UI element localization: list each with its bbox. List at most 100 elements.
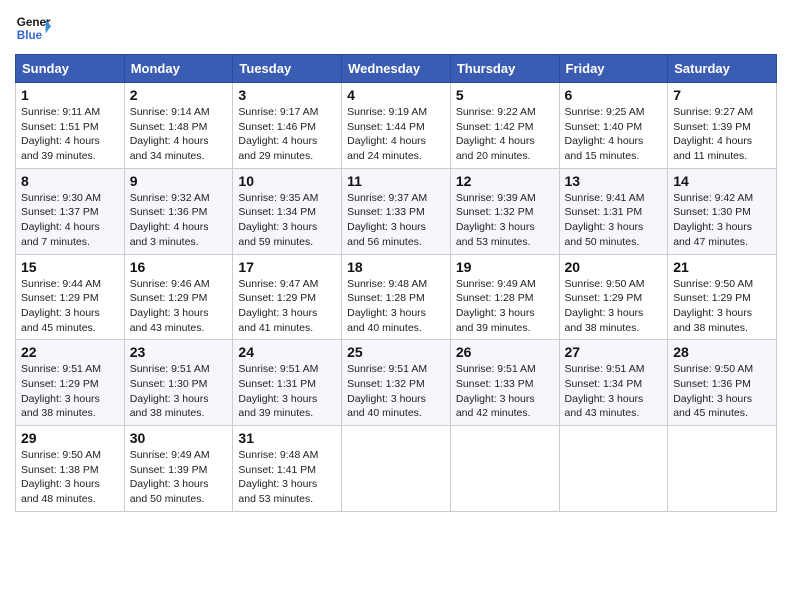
calendar-cell: 25 Sunrise: 9:51 AM Sunset: 1:32 PM Dayli… — [342, 340, 451, 426]
day-info: Sunrise: 9:14 AM Sunset: 1:48 PM Dayligh… — [130, 105, 228, 164]
day-info: Sunrise: 9:50 AM Sunset: 1:29 PM Dayligh… — [565, 277, 663, 336]
day-info: Sunrise: 9:51 AM Sunset: 1:34 PM Dayligh… — [565, 362, 663, 421]
day-info: Sunrise: 9:51 AM Sunset: 1:31 PM Dayligh… — [238, 362, 336, 421]
day-info: Sunrise: 9:32 AM Sunset: 1:36 PM Dayligh… — [130, 191, 228, 250]
logo: General Blue — [15, 10, 51, 46]
calendar-cell: 28 Sunrise: 9:50 AM Sunset: 1:36 PM Dayli… — [668, 340, 777, 426]
day-info: Sunrise: 9:37 AM Sunset: 1:33 PM Dayligh… — [347, 191, 445, 250]
calendar-cell: 5 Sunrise: 9:22 AM Sunset: 1:42 PM Daylig… — [450, 83, 559, 169]
calendar-cell: 9 Sunrise: 9:32 AM Sunset: 1:36 PM Daylig… — [124, 168, 233, 254]
calendar-cell: 14 Sunrise: 9:42 AM Sunset: 1:30 PM Dayli… — [668, 168, 777, 254]
day-number: 3 — [238, 87, 336, 103]
calendar-cell: 2 Sunrise: 9:14 AM Sunset: 1:48 PM Daylig… — [124, 83, 233, 169]
day-number: 22 — [21, 344, 119, 360]
day-number: 4 — [347, 87, 445, 103]
day-info: Sunrise: 9:48 AM Sunset: 1:41 PM Dayligh… — [238, 448, 336, 507]
calendar-cell: 24 Sunrise: 9:51 AM Sunset: 1:31 PM Dayli… — [233, 340, 342, 426]
day-info: Sunrise: 9:51 AM Sunset: 1:29 PM Dayligh… — [21, 362, 119, 421]
day-number: 14 — [673, 173, 771, 189]
weekday-header-row: SundayMondayTuesdayWednesdayThursdayFrid… — [16, 55, 777, 83]
day-info: Sunrise: 9:46 AM Sunset: 1:29 PM Dayligh… — [130, 277, 228, 336]
calendar-cell: 16 Sunrise: 9:46 AM Sunset: 1:29 PM Dayli… — [124, 254, 233, 340]
day-number: 25 — [347, 344, 445, 360]
weekday-header-tuesday: Tuesday — [233, 55, 342, 83]
calendar-cell: 11 Sunrise: 9:37 AM Sunset: 1:33 PM Dayli… — [342, 168, 451, 254]
day-info: Sunrise: 9:39 AM Sunset: 1:32 PM Dayligh… — [456, 191, 554, 250]
calendar-week-row: 29Sunrise: 9:50 AM Sunset: 1:38 PM Dayli… — [16, 426, 777, 512]
day-info: Sunrise: 9:19 AM Sunset: 1:44 PM Dayligh… — [347, 105, 445, 164]
calendar-cell: 3 Sunrise: 9:17 AM Sunset: 1:46 PM Daylig… — [233, 83, 342, 169]
day-info: Sunrise: 9:42 AM Sunset: 1:30 PM Dayligh… — [673, 191, 771, 250]
calendar-cell: 31Sunrise: 9:48 AM Sunset: 1:41 PM Dayli… — [233, 426, 342, 512]
calendar-cell: 21Sunrise: 9:50 AM Sunset: 1:29 PM Dayli… — [668, 254, 777, 340]
day-info: Sunrise: 9:51 AM Sunset: 1:32 PM Dayligh… — [347, 362, 445, 421]
day-number: 11 — [347, 173, 445, 189]
day-info: Sunrise: 9:51 AM Sunset: 1:30 PM Dayligh… — [130, 362, 228, 421]
day-number: 20 — [565, 259, 663, 275]
calendar-cell: 7 Sunrise: 9:27 AM Sunset: 1:39 PM Daylig… — [668, 83, 777, 169]
day-info: Sunrise: 9:17 AM Sunset: 1:46 PM Dayligh… — [238, 105, 336, 164]
day-number: 8 — [21, 173, 119, 189]
day-info: Sunrise: 9:11 AM Sunset: 1:51 PM Dayligh… — [21, 105, 119, 164]
day-info: Sunrise: 9:48 AM Sunset: 1:28 PM Dayligh… — [347, 277, 445, 336]
day-info: Sunrise: 9:50 AM Sunset: 1:36 PM Dayligh… — [673, 362, 771, 421]
calendar-cell — [668, 426, 777, 512]
logo-icon: General Blue — [15, 10, 51, 46]
day-number: 28 — [673, 344, 771, 360]
day-number: 10 — [238, 173, 336, 189]
calendar-cell: 23 Sunrise: 9:51 AM Sunset: 1:30 PM Dayli… — [124, 340, 233, 426]
calendar-cell: 22 Sunrise: 9:51 AM Sunset: 1:29 PM Dayli… — [16, 340, 125, 426]
calendar-cell: 26 Sunrise: 9:51 AM Sunset: 1:33 PM Dayli… — [450, 340, 559, 426]
calendar-table: SundayMondayTuesdayWednesdayThursdayFrid… — [15, 54, 777, 512]
day-number: 27 — [565, 344, 663, 360]
day-number: 26 — [456, 344, 554, 360]
calendar-cell: 4 Sunrise: 9:19 AM Sunset: 1:44 PM Daylig… — [342, 83, 451, 169]
day-info: Sunrise: 9:22 AM Sunset: 1:42 PM Dayligh… — [456, 105, 554, 164]
calendar-cell: 17Sunrise: 9:47 AM Sunset: 1:29 PM Dayli… — [233, 254, 342, 340]
weekday-header-thursday: Thursday — [450, 55, 559, 83]
page-header: General Blue — [15, 10, 777, 46]
day-number: 16 — [130, 259, 228, 275]
calendar-cell — [450, 426, 559, 512]
day-number: 5 — [456, 87, 554, 103]
day-number: 23 — [130, 344, 228, 360]
calendar-cell: 1Sunrise: 9:11 AM Sunset: 1:51 PM Daylig… — [16, 83, 125, 169]
day-info: Sunrise: 9:50 AM Sunset: 1:29 PM Dayligh… — [673, 277, 771, 336]
weekday-header-friday: Friday — [559, 55, 668, 83]
day-number: 19 — [456, 259, 554, 275]
day-info: Sunrise: 9:27 AM Sunset: 1:39 PM Dayligh… — [673, 105, 771, 164]
day-info: Sunrise: 9:44 AM Sunset: 1:29 PM Dayligh… — [21, 277, 119, 336]
calendar-week-row: 1Sunrise: 9:11 AM Sunset: 1:51 PM Daylig… — [16, 83, 777, 169]
calendar-cell: 12 Sunrise: 9:39 AM Sunset: 1:32 PM Dayli… — [450, 168, 559, 254]
day-info: Sunrise: 9:49 AM Sunset: 1:39 PM Dayligh… — [130, 448, 228, 507]
day-info: Sunrise: 9:51 AM Sunset: 1:33 PM Dayligh… — [456, 362, 554, 421]
day-number: 6 — [565, 87, 663, 103]
calendar-week-row: 22 Sunrise: 9:51 AM Sunset: 1:29 PM Dayli… — [16, 340, 777, 426]
day-number: 24 — [238, 344, 336, 360]
calendar-week-row: 15 Sunrise: 9:44 AM Sunset: 1:29 PM Dayli… — [16, 254, 777, 340]
calendar-cell: 19 Sunrise: 9:49 AM Sunset: 1:28 PM Dayli… — [450, 254, 559, 340]
calendar-cell: 6Sunrise: 9:25 AM Sunset: 1:40 PM Daylig… — [559, 83, 668, 169]
day-number: 12 — [456, 173, 554, 189]
day-number: 2 — [130, 87, 228, 103]
calendar-cell: 10 Sunrise: 9:35 AM Sunset: 1:34 PM Dayli… — [233, 168, 342, 254]
calendar-cell: 27 Sunrise: 9:51 AM Sunset: 1:34 PM Dayli… — [559, 340, 668, 426]
day-number: 29 — [21, 430, 119, 446]
calendar-cell: 30 Sunrise: 9:49 AM Sunset: 1:39 PM Dayli… — [124, 426, 233, 512]
day-info: Sunrise: 9:30 AM Sunset: 1:37 PM Dayligh… — [21, 191, 119, 250]
calendar-cell: 18Sunrise: 9:48 AM Sunset: 1:28 PM Dayli… — [342, 254, 451, 340]
day-number: 30 — [130, 430, 228, 446]
weekday-header-monday: Monday — [124, 55, 233, 83]
calendar-cell: 20 Sunrise: 9:50 AM Sunset: 1:29 PM Dayli… — [559, 254, 668, 340]
day-info: Sunrise: 9:35 AM Sunset: 1:34 PM Dayligh… — [238, 191, 336, 250]
day-number: 7 — [673, 87, 771, 103]
calendar-cell — [559, 426, 668, 512]
calendar-cell — [342, 426, 451, 512]
day-number: 9 — [130, 173, 228, 189]
day-number: 13 — [565, 173, 663, 189]
day-number: 17 — [238, 259, 336, 275]
day-number: 15 — [21, 259, 119, 275]
day-info: Sunrise: 9:49 AM Sunset: 1:28 PM Dayligh… — [456, 277, 554, 336]
calendar-cell: 29Sunrise: 9:50 AM Sunset: 1:38 PM Dayli… — [16, 426, 125, 512]
calendar-cell: 13Sunrise: 9:41 AM Sunset: 1:31 PM Dayli… — [559, 168, 668, 254]
